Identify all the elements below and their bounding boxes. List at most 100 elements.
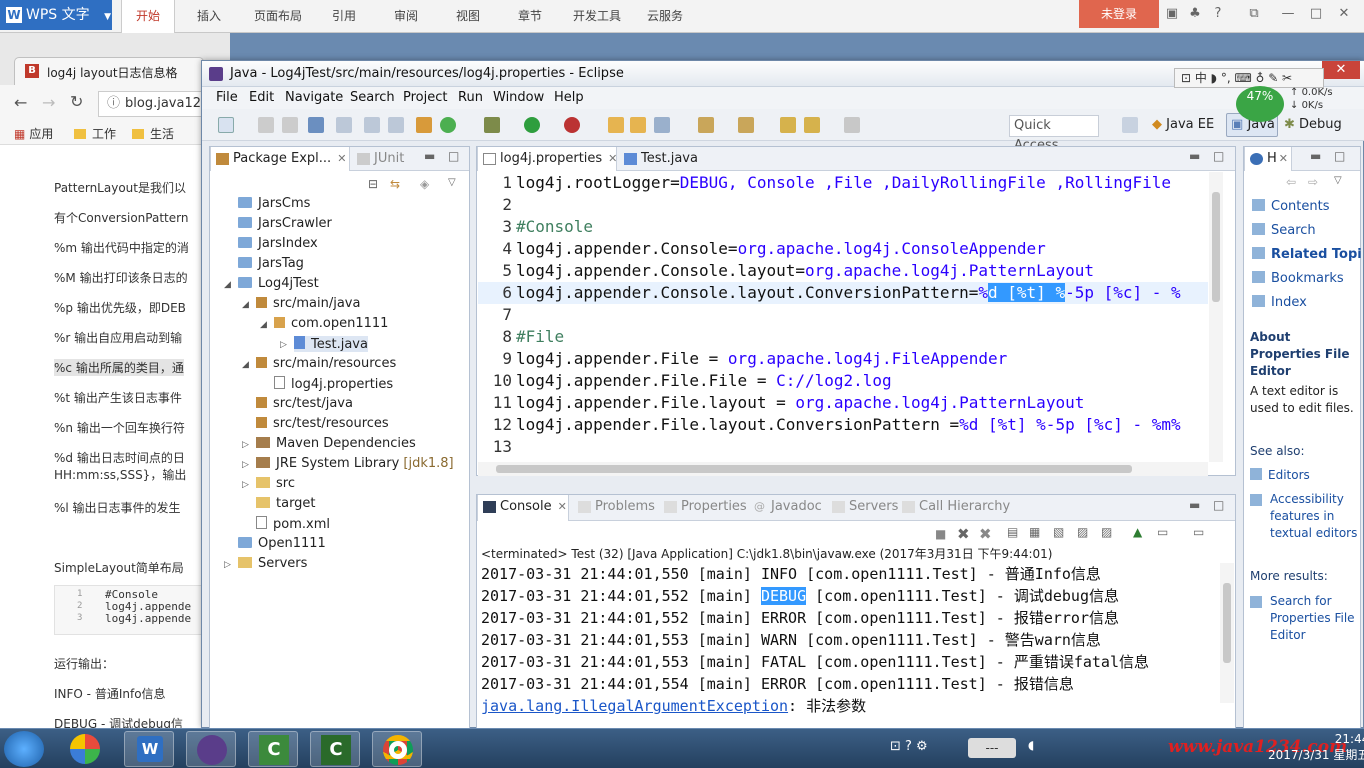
scroll-lock-icon[interactable]: ▦ (1029, 525, 1040, 539)
wps-tab-page-layout[interactable]: 页面布局 (246, 0, 310, 33)
close-icon[interactable]: ✕ (608, 152, 617, 165)
ime-toolbar[interactable]: ⊡ 中 ◗ °, ⌨ ♁ ✎ ✂ (1174, 68, 1324, 88)
clear-console-icon[interactable]: ▤ (1007, 525, 1018, 539)
view-menu-icon[interactable]: ◈ (420, 177, 429, 191)
tray-widget[interactable]: --- (968, 738, 1016, 758)
code-line[interactable]: log4j.appender.File.layout.ConversionPat… (516, 414, 1181, 436)
help-icon[interactable]: ? (1210, 6, 1226, 22)
expanded-arrow-icon[interactable]: ◢ (224, 280, 231, 290)
tree-item-jarstag[interactable]: JarsTag (238, 256, 304, 271)
menu-run[interactable]: Run (458, 90, 483, 105)
skip-breakpoints-icon[interactable] (336, 117, 352, 133)
console-output[interactable]: 2017-03-31 21:44:01,550 [main] INFO [com… (481, 563, 1216, 723)
wps-app-menu[interactable]: W WPS 文字 ▼ (0, 0, 112, 30)
wps-tab-developer[interactable]: 开发工具 (566, 0, 628, 33)
tree-item-log4jtest[interactable]: Log4jTest (238, 276, 319, 291)
expanded-arrow-icon[interactable]: ◢ (242, 360, 249, 370)
help-bookmarks-link[interactable]: Bookmarks (1252, 271, 1344, 286)
clock[interactable]: 21:44 2017/3/31 星期五 (1268, 732, 1364, 763)
back-icon[interactable] (804, 117, 820, 133)
expanded-arrow-icon[interactable]: ◢ (242, 300, 249, 310)
code-line[interactable]: log4j.appender.File.File = C://log2.log (516, 370, 892, 392)
maximize-icon[interactable]: □ (1308, 6, 1324, 22)
remove-all-icon[interactable]: ✖ (979, 525, 992, 543)
tree-item-target[interactable]: target (256, 496, 316, 511)
chevron-down-icon[interactable]: ▽ (1334, 175, 1342, 186)
tree-item-jre[interactable]: JRE System Library [jdk1.8] (256, 456, 454, 471)
back-icon[interactable]: ⇦ (1286, 175, 1296, 189)
search-icon[interactable] (654, 117, 670, 133)
menu-search[interactable]: Search (350, 90, 395, 105)
new-class-icon[interactable] (440, 117, 456, 133)
tab-package-explorer[interactable]: Package Expl... ✕ (210, 147, 350, 171)
help-contents-link[interactable]: Contents (1252, 199, 1329, 214)
close-button[interactable]: ✕ (1322, 61, 1360, 79)
code-line[interactable]: log4j.appender.File.layout = org.apache.… (516, 392, 1084, 414)
browser-tab[interactable]: B log4j layout日志信息格 (14, 57, 204, 85)
tab-servers[interactable]: Servers (827, 495, 898, 519)
code-line[interactable]: log4j.rootLogger=DEBUG, Console ,File ,D… (516, 172, 1171, 194)
display-console-icon[interactable]: ▭ (1157, 525, 1168, 539)
debug-icon[interactable] (484, 117, 500, 133)
wps-tab-reference[interactable]: 引用 (322, 0, 366, 33)
save-icon[interactable] (258, 117, 274, 133)
word-wrap-icon[interactable]: ▧ (1053, 525, 1064, 539)
open-perspective-icon[interactable] (1122, 117, 1138, 133)
editor-vertical-scrollbar[interactable] (1209, 172, 1223, 462)
collapsed-arrow-icon[interactable]: ▷ (242, 480, 249, 490)
start-button[interactable] (4, 731, 44, 767)
wps-tab-home[interactable]: 开始 (121, 0, 175, 33)
scroll-thumb[interactable] (1212, 192, 1220, 302)
collapsed-arrow-icon[interactable]: ▷ (242, 460, 249, 470)
toggle-block-icon[interactable] (364, 117, 380, 133)
tab-problems[interactable]: Problems (573, 495, 655, 519)
prev-annotation-icon[interactable] (738, 117, 754, 133)
restore-icon[interactable]: ⧉ (1246, 6, 1262, 22)
menu-help[interactable]: Help (554, 90, 584, 105)
tree-item-jarscrawler[interactable]: JarsCrawler (238, 216, 332, 231)
collapsed-arrow-icon[interactable]: ▷ (224, 560, 231, 570)
code-line[interactable]: log4j.appender.Console.layout.Conversion… (516, 282, 1181, 304)
tree-item-log4j-properties[interactable]: log4j.properties (274, 376, 393, 392)
minimize-icon[interactable]: ▬ (1310, 149, 1321, 163)
forward-icon[interactable] (844, 117, 860, 133)
open-console-icon[interactable]: ▭ (1193, 525, 1204, 539)
console-vertical-scrollbar[interactable] (1220, 563, 1234, 703)
open-task-icon[interactable] (630, 117, 646, 133)
code-line[interactable]: log4j.appender.Console.layout=org.apache… (516, 260, 1094, 282)
wps-tab-view[interactable]: 视图 (446, 0, 490, 33)
next-annotation-icon[interactable] (698, 117, 714, 133)
wps-tab-chapter[interactable]: 章节 (508, 0, 552, 33)
tree-item-pom-xml[interactable]: pom.xml (256, 516, 330, 532)
forward-icon[interactable]: → (42, 93, 55, 112)
close-icon[interactable]: ✕ (1279, 152, 1288, 165)
tab-properties[interactable]: Properties (659, 495, 747, 519)
new-icon[interactable] (218, 117, 234, 133)
maximize-icon[interactable]: □ (1213, 498, 1224, 512)
editor-horizontal-scrollbar[interactable] (478, 462, 1208, 476)
tree-item-open1111[interactable]: Open1111 (238, 536, 326, 551)
collapsed-arrow-icon[interactable]: ▷ (242, 440, 249, 450)
bookmark-apps[interactable]: ▦ 应用 (14, 125, 53, 142)
search-for-link[interactable]: Search for Properties File Editor (1250, 593, 1360, 644)
menu-navigate[interactable]: Navigate (285, 90, 343, 105)
tab-log4j-properties[interactable]: log4j.properties ✕ (477, 147, 617, 171)
code-line[interactable]: #File (516, 326, 564, 348)
collapse-all-icon[interactable]: ⊟ (368, 177, 378, 191)
collapsed-arrow-icon[interactable]: ▷ (280, 340, 287, 350)
minimize-icon[interactable]: ▬ (1189, 498, 1200, 512)
login-button[interactable]: 未登录 (1079, 0, 1159, 28)
bookmark-work[interactable]: 工作 (74, 125, 116, 142)
forward-icon[interactable]: ⇨ (1308, 175, 1318, 189)
last-edit-icon[interactable] (780, 117, 796, 133)
minimize-icon[interactable]: — (1280, 6, 1296, 22)
tab-javadoc[interactable]: @ Javadoc (749, 495, 822, 519)
tree-item-src-main-resources[interactable]: src/main/resources (256, 356, 396, 371)
menu-file[interactable]: File (216, 90, 238, 105)
tree-item-servers[interactable]: Servers (238, 556, 307, 571)
tab-test-java[interactable]: Test.java (619, 147, 709, 171)
quick-access-input[interactable]: Quick Access (1009, 115, 1099, 153)
editors-link[interactable]: Editors (1250, 467, 1360, 484)
back-icon[interactable]: ← (14, 93, 27, 112)
show-stderr-icon[interactable]: ▨ (1101, 525, 1112, 539)
